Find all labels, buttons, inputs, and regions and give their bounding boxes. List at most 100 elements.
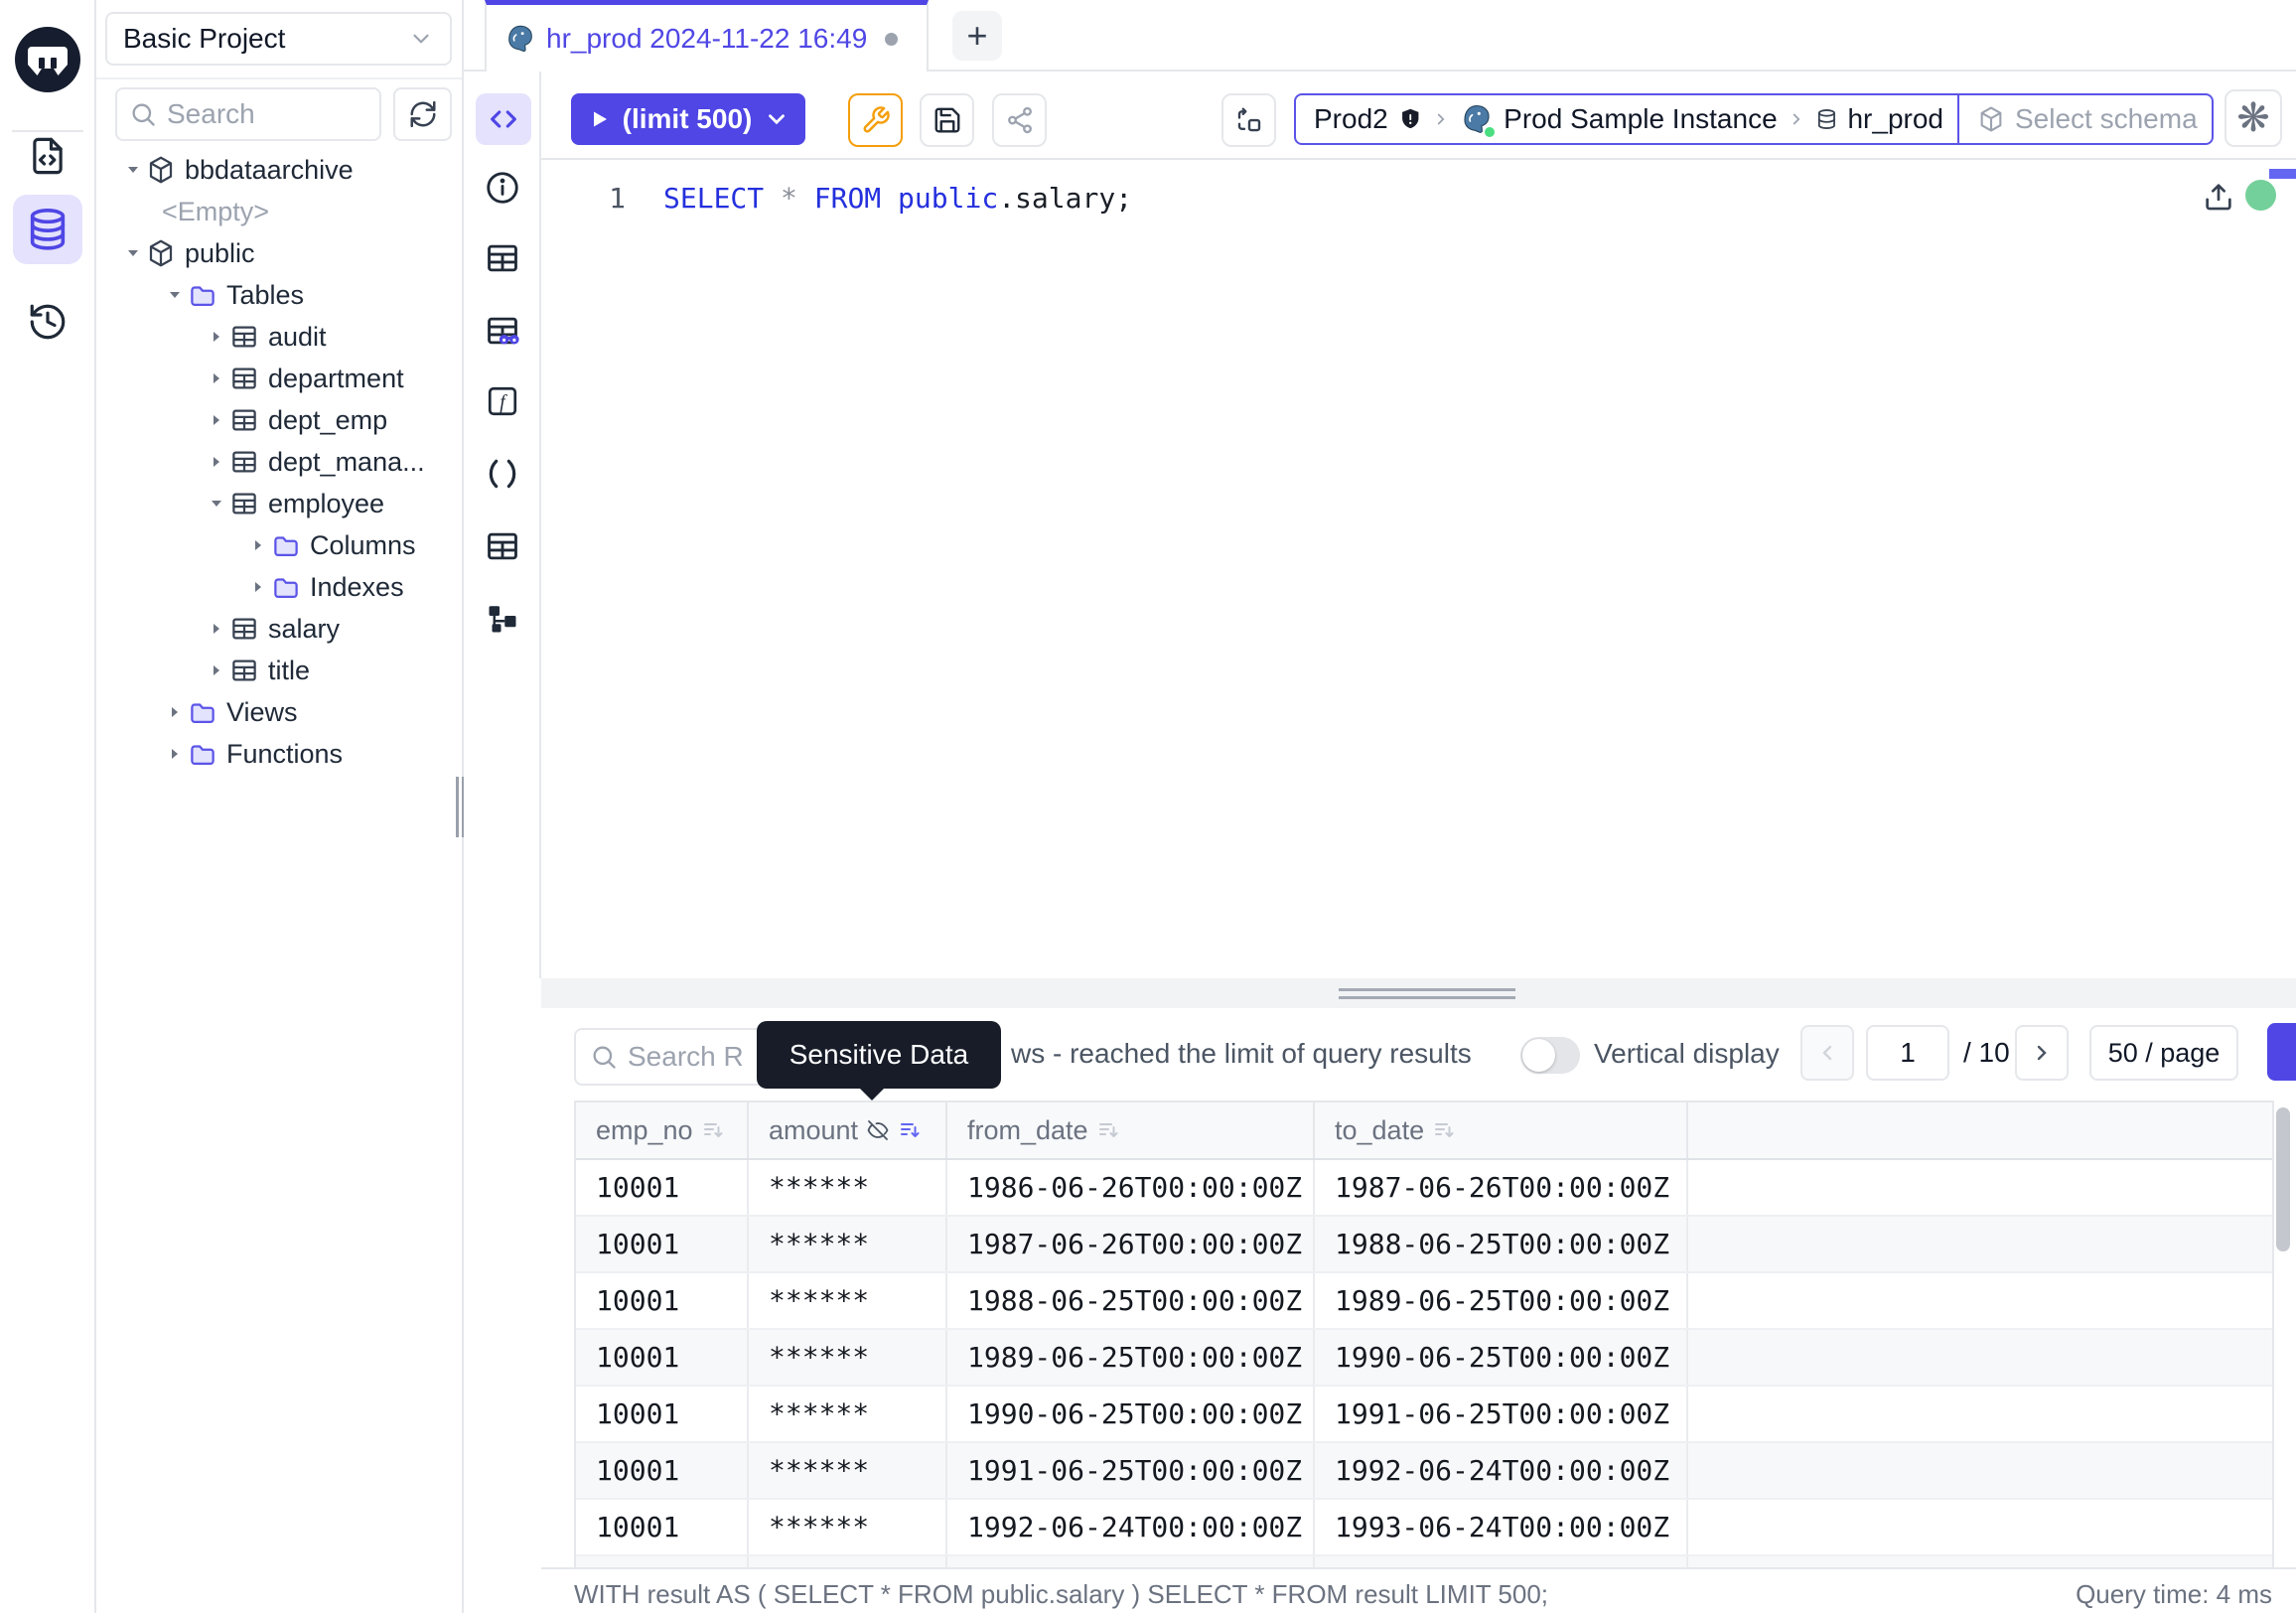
caret-right-icon[interactable] — [204, 327, 229, 347]
tree-item-dept_mana[interactable]: dept_mana... — [96, 441, 464, 483]
cell[interactable]: 1986-06-26T00:00:00Z — [947, 1160, 1315, 1215]
page-size-select[interactable]: 50 / page — [2089, 1025, 2238, 1081]
panel-resize-divider[interactable] — [541, 978, 2296, 1008]
sort-icon[interactable] — [1096, 1118, 1120, 1142]
cell[interactable]: 1989-06-25T00:00:00Z — [1315, 1273, 1688, 1328]
cell[interactable]: ****** — [749, 1160, 947, 1215]
cell[interactable]: 1992-06-24T00:00:00Z — [1315, 1443, 1688, 1498]
info-icon[interactable] — [483, 168, 522, 208]
schema-selector[interactable]: Select schema — [1957, 95, 2216, 143]
worksheet-icon[interactable] — [13, 121, 82, 191]
cell[interactable]: 1990-06-25T00:00:00Z — [1315, 1330, 1688, 1385]
share-button[interactable] — [992, 93, 1047, 147]
connection-context[interactable]: Prod2 Prod Sample Instance hr_prod — [1296, 95, 1957, 143]
history-icon[interactable] — [13, 287, 82, 357]
tree-item-bbdataarchive[interactable]: bbdataarchive — [96, 149, 464, 191]
batch-query-button[interactable] — [1221, 93, 1276, 147]
cell[interactable]: 10001 — [576, 1387, 749, 1441]
tree-item-employee[interactable]: employee — [96, 483, 464, 524]
database-icon[interactable] — [13, 195, 82, 264]
sort-icon[interactable] — [1432, 1118, 1456, 1142]
caret-right-icon[interactable] — [204, 410, 229, 430]
cell[interactable]: 10001 — [576, 1217, 749, 1271]
cell[interactable] — [1688, 1160, 2272, 1215]
ai-assistant-button[interactable]: ❋ — [2224, 89, 2282, 147]
caret-right-icon[interactable] — [162, 702, 188, 722]
table-icon[interactable] — [483, 238, 522, 278]
cell[interactable]: 1993-06-24T00:00:00Z — [1315, 1500, 1688, 1554]
caret-right-icon[interactable] — [204, 660, 229, 680]
chevron-down-icon[interactable] — [764, 106, 789, 132]
table-row[interactable]: 10001******1993-06-24T00:00:00Z1994-06-2… — [576, 1556, 2272, 1567]
table-row[interactable]: 10001******1992-06-24T00:00:00Z1993-06-2… — [576, 1500, 2272, 1556]
caret-down-icon[interactable] — [120, 243, 146, 263]
tree-item-title[interactable]: title — [96, 650, 464, 691]
cell[interactable]: ****** — [749, 1330, 947, 1385]
cell[interactable]: ****** — [749, 1556, 947, 1567]
cell[interactable]: 10001 — [576, 1273, 749, 1328]
cell[interactable]: 1987-06-26T00:00:00Z — [947, 1217, 1315, 1271]
next-page-button[interactable] — [2015, 1025, 2069, 1081]
cell[interactable]: 1991-06-25T00:00:00Z — [1315, 1387, 1688, 1441]
sort-icon[interactable] — [898, 1118, 922, 1142]
tree-item-salary[interactable]: salary — [96, 608, 464, 650]
function-icon[interactable]: f — [483, 381, 522, 421]
table-scrollbar[interactable] — [2276, 1107, 2290, 1251]
cell[interactable] — [1688, 1500, 2272, 1554]
new-tab-button[interactable]: + — [952, 11, 1002, 61]
cell[interactable] — [1688, 1443, 2272, 1498]
tree-item-department[interactable]: department — [96, 358, 464, 399]
table-row[interactable]: 10001******1989-06-25T00:00:00Z1990-06-2… — [576, 1330, 2272, 1387]
caret-right-icon[interactable] — [204, 619, 229, 639]
connection-breadcrumb[interactable]: Prod2 Prod Sample Instance hr_prod — [1294, 93, 2214, 145]
tree-item-columns[interactable]: Columns — [96, 524, 464, 566]
save-button[interactable] — [920, 93, 974, 147]
tree-item-indexes[interactable]: Indexes — [96, 566, 464, 608]
caret-right-icon[interactable] — [204, 452, 229, 472]
tree-item-views[interactable]: Views — [96, 691, 464, 733]
cell[interactable]: 10001 — [576, 1160, 749, 1215]
sql-code-line[interactable]: SELECT * FROM public.salary; — [663, 182, 1132, 215]
upload-icon[interactable] — [2202, 180, 2235, 214]
tree-item-public[interactable]: public — [96, 232, 464, 274]
cell[interactable]: 1989-06-25T00:00:00Z — [947, 1330, 1315, 1385]
column-header-from_date[interactable]: from_date — [947, 1102, 1315, 1158]
cell[interactable]: ****** — [749, 1387, 947, 1441]
cell[interactable]: 1993-06-24T00:00:00Z — [947, 1556, 1315, 1567]
cell[interactable] — [1688, 1217, 2272, 1271]
cell[interactable]: 10001 — [576, 1500, 749, 1554]
page-number-input[interactable] — [1866, 1025, 1949, 1081]
table-icon[interactable] — [483, 526, 522, 566]
cell[interactable] — [1688, 1273, 2272, 1328]
cell[interactable]: 1991-06-25T00:00:00Z — [947, 1443, 1315, 1498]
cell[interactable] — [1688, 1330, 2272, 1385]
caret-right-icon[interactable] — [204, 368, 229, 388]
caret-down-icon[interactable] — [120, 160, 146, 180]
panel-resize-handle[interactable] — [1339, 988, 1515, 1004]
column-header-to_date[interactable]: to_date — [1315, 1102, 1688, 1158]
sort-icon[interactable] — [701, 1118, 725, 1142]
caret-down-icon[interactable] — [204, 494, 229, 513]
tree-item-empty[interactable]: <Empty> — [96, 191, 464, 232]
sidebar-search-input[interactable] — [167, 98, 356, 130]
prev-page-button[interactable] — [1800, 1025, 1854, 1081]
cell[interactable]: ****** — [749, 1443, 947, 1498]
bytebase-logo[interactable] — [15, 27, 80, 92]
cell[interactable] — [1688, 1387, 2272, 1441]
cell[interactable]: 1987-06-26T00:00:00Z — [1315, 1160, 1688, 1215]
caret-down-icon[interactable] — [162, 285, 188, 305]
table-row[interactable]: 10001******1987-06-26T00:00:00Z1988-06-2… — [576, 1217, 2272, 1273]
project-selector[interactable]: Basic Project — [105, 12, 452, 66]
column-header-amount[interactable]: amount — [749, 1102, 947, 1158]
sql-editor[interactable]: 1 SELECT * FROM public.salary; — [541, 160, 2296, 978]
refresh-button[interactable] — [393, 87, 452, 141]
cell[interactable] — [1688, 1556, 2272, 1567]
caret-right-icon[interactable] — [245, 535, 271, 555]
cell[interactable]: 1988-06-25T00:00:00Z — [947, 1273, 1315, 1328]
table-row[interactable]: 10001******1988-06-25T00:00:00Z1989-06-2… — [576, 1273, 2272, 1330]
tree-item-audit[interactable]: audit — [96, 316, 464, 358]
caret-right-icon[interactable] — [162, 744, 188, 764]
cell[interactable]: 1990-06-25T00:00:00Z — [947, 1387, 1315, 1441]
table-row[interactable]: 10001******1990-06-25T00:00:00Z1991-06-2… — [576, 1387, 2272, 1443]
vertical-display-toggle[interactable] — [1520, 1037, 1580, 1074]
